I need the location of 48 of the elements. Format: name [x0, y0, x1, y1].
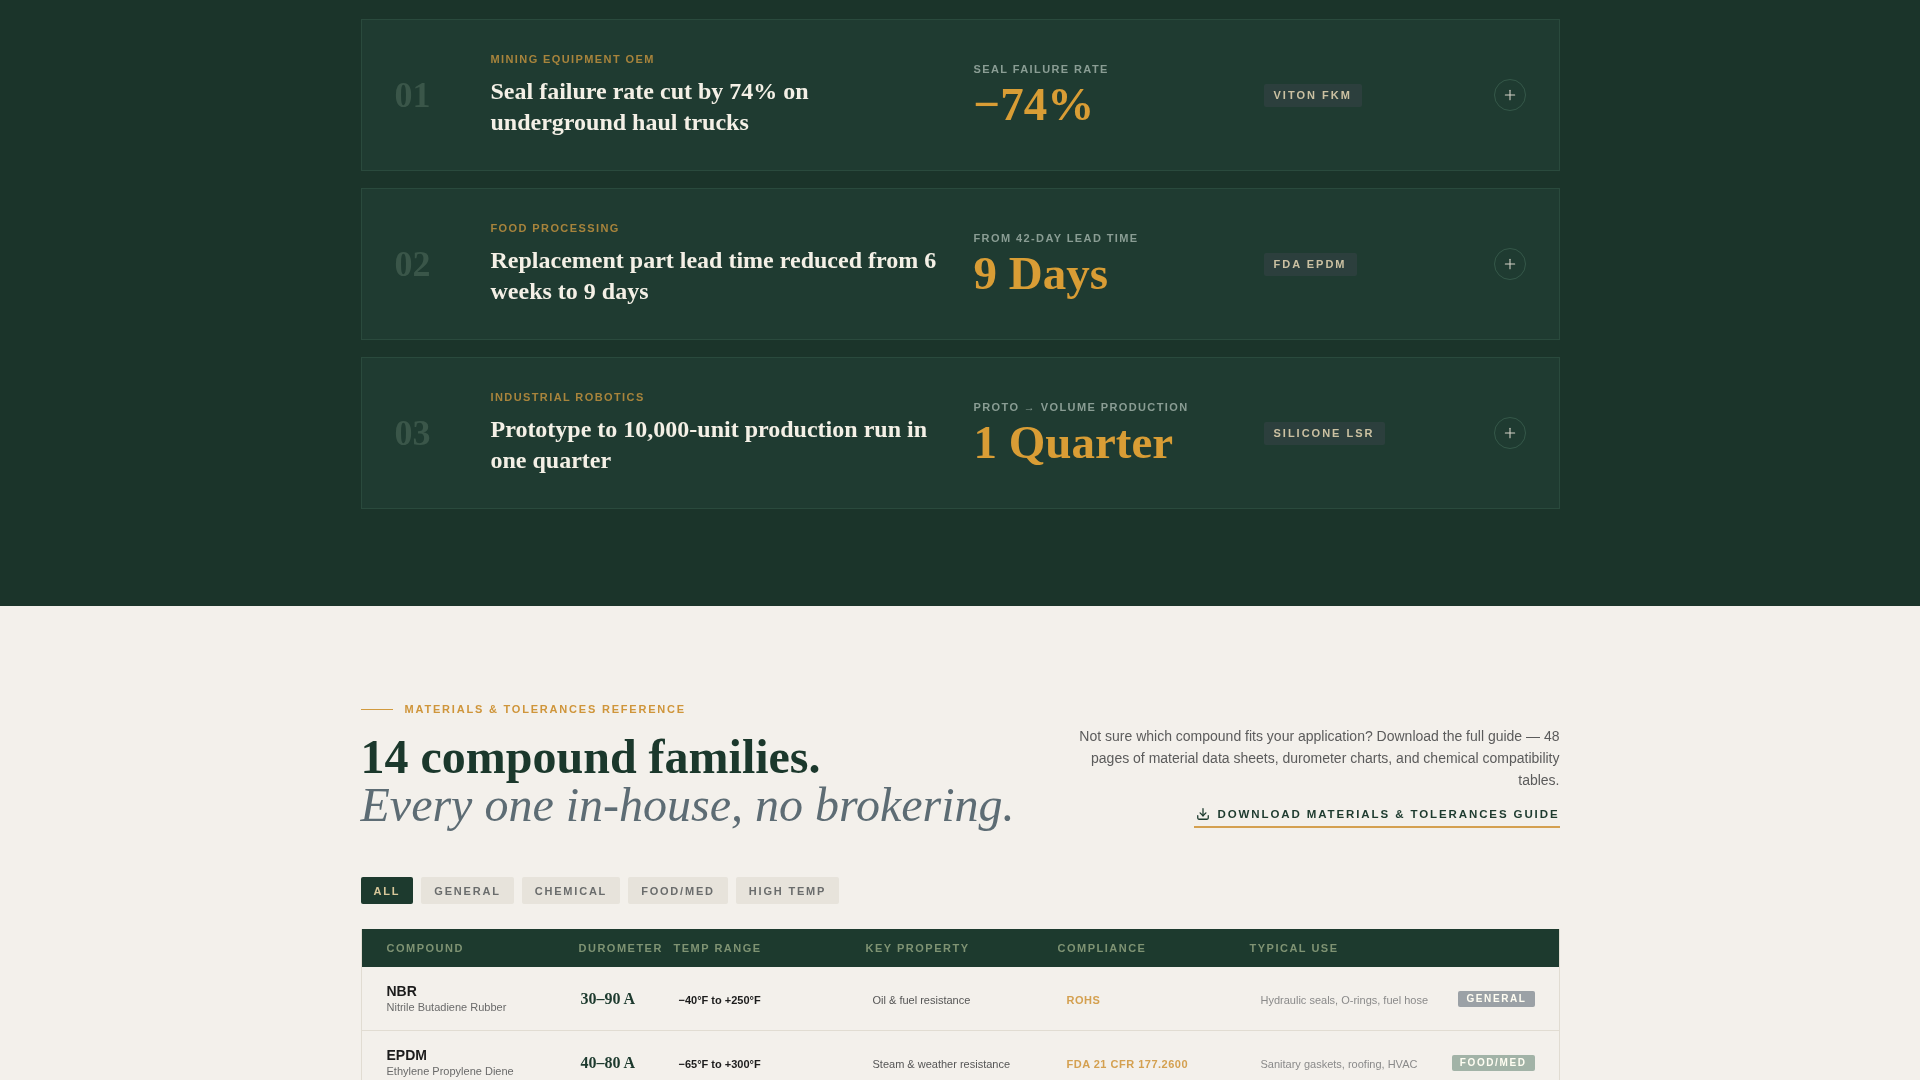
- filter-tab[interactable]: FOOD/MED: [628, 877, 728, 904]
- typical-use: Sanitary gaskets, roofing, HVAC: [1260, 1057, 1418, 1070]
- material-tag: VITON FKM: [1263, 83, 1362, 107]
- guide-description: Not sure which compound fits your application? Download the full guide — 48 pages of material data sheets, durometer charts, and chemical compatibility tables.: [1078, 727, 1560, 790]
- metric-label: FROM 42-DAY LEAD TIME: [973, 230, 1140, 245]
- section-heading: 14 compound families.: [360, 733, 822, 781]
- temp-range: −40°F to +250°F: [678, 993, 761, 1006]
- column-heading: COMPOUND: [386, 942, 465, 954]
- case-title: Replacement part lead time reduced from 6 weeks to 9 days: [490, 246, 938, 306]
- column-heading: COMPLIANCE: [1057, 942, 1148, 954]
- metric-label: PROTO → VOLUME PRODUCTION: [973, 399, 1190, 414]
- material-tag: FDA EPDM: [1263, 252, 1357, 276]
- filter-tab[interactable]: HIGH TEMP: [735, 877, 840, 904]
- compound-name: EPDM: [386, 1047, 428, 1064]
- industry-label: MINING EQUIPMENT OEM: [490, 52, 656, 66]
- category-tag: FOOD/MED: [1451, 1054, 1535, 1071]
- download-link[interactable]: DOWNLOAD MATERIALS & TOLERANCES GUIDE: [1194, 807, 1560, 828]
- metric-value: 1 Quarter: [973, 416, 1175, 467]
- filter-tab[interactable]: CHEMICAL: [521, 877, 621, 904]
- case-title: Prototype to 10,000-unit production run in one quarter: [490, 415, 928, 475]
- section-eyebrow: MATERIALS & TOLERANCES REFERENCE: [404, 702, 686, 716]
- compound-name: NBR: [386, 983, 418, 1000]
- accent-line: [360, 708, 393, 710]
- download-icon: [1196, 807, 1211, 821]
- compound-full-name: Nitrile Butadiene Rubber: [386, 1000, 508, 1014]
- key-property: Oil & fuel resistance: [872, 993, 971, 1006]
- industry-label: FOOD PROCESSING: [490, 221, 621, 235]
- compliance-label: ROHS: [1066, 993, 1101, 1006]
- typical-use: Hydraulic seals, O-rings, fuel hose: [1260, 993, 1428, 1006]
- metric-value: −74%: [973, 78, 1096, 129]
- category-tag: GENERAL: [1458, 990, 1535, 1007]
- metric-label: SEAL FAILURE RATE: [973, 61, 1110, 76]
- temp-range: −65°F to +300°F: [678, 1057, 761, 1070]
- column-heading: DUROMETER: [578, 942, 664, 954]
- industry-label: INDUSTRIAL ROBOTICS: [490, 390, 646, 404]
- material-tag: SILICONE LSR: [1263, 421, 1385, 445]
- filter-tab[interactable]: ALL: [360, 877, 414, 904]
- column-heading: TYPICAL USE: [1249, 942, 1340, 954]
- filter-tab[interactable]: GENERAL: [421, 877, 514, 904]
- metric-value: 9 Days: [973, 247, 1109, 298]
- durometer-value: 40–80 A: [580, 1053, 636, 1071]
- durometer-value: 30–90 A: [580, 989, 636, 1007]
- compound-full-name: Ethylene Propylene Diene: [386, 1064, 515, 1078]
- key-property: Steam & weather resistance: [872, 1057, 1011, 1070]
- column-heading: TEMP RANGE: [673, 942, 763, 954]
- compliance-label: FDA 21 CFR 177.2600: [1066, 1057, 1189, 1070]
- case-title: Seal failure rate cut by 74% on underground haul trucks: [490, 77, 810, 137]
- column-heading: KEY PROPERTY: [865, 942, 971, 954]
